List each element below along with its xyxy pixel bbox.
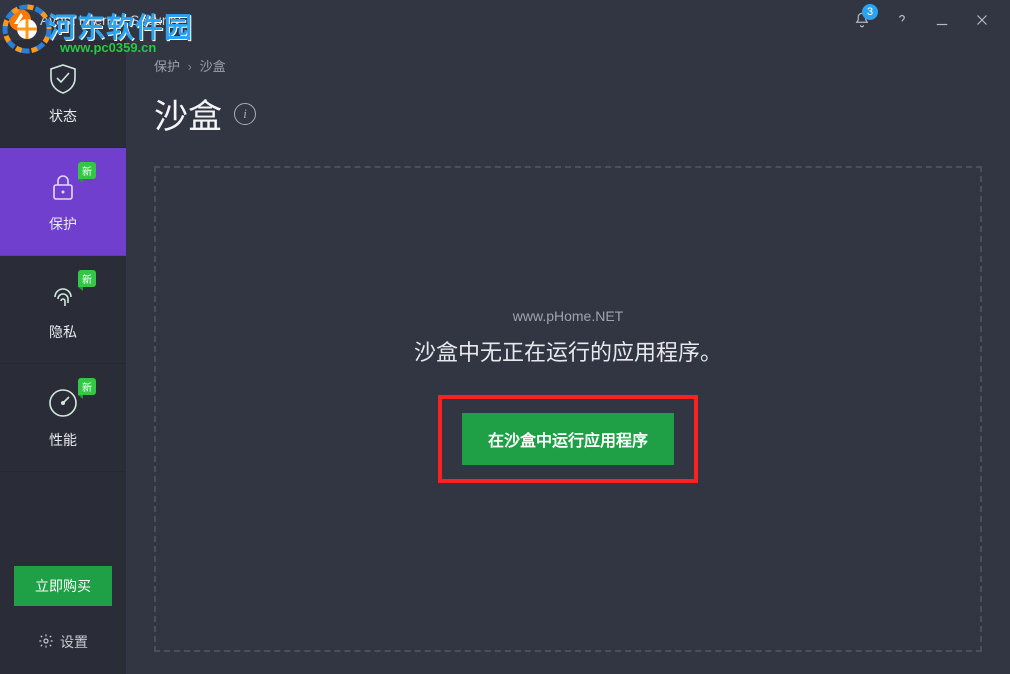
notifications-button[interactable]: 3 <box>842 0 882 40</box>
sidebar-item-label: 状态 <box>49 106 77 126</box>
sidebar-item-label: 保护 <box>49 214 77 234</box>
new-badge: 新 <box>78 162 96 179</box>
settings-label: 设置 <box>60 632 88 652</box>
gear-icon <box>38 633 54 652</box>
page-title: 沙盒 <box>154 89 222 138</box>
highlight-box: 在沙盒中运行应用程序 <box>438 395 698 483</box>
fingerprint-icon <box>46 278 80 312</box>
main-content: 保护 › 沙盒 沙盒 i www.pHome.NET 沙盒中无正在运行的应用程序… <box>126 40 1010 674</box>
sidebar-item-label: 性能 <box>49 430 77 450</box>
sandbox-drop-zone[interactable]: www.pHome.NET 沙盒中无正在运行的应用程序。 在沙盒中运行应用程序 <box>154 166 982 652</box>
lock-icon <box>46 170 80 204</box>
new-badge: 新 <box>78 270 96 287</box>
settings-link[interactable]: 设置 <box>14 632 112 652</box>
info-icon[interactable]: i <box>234 103 256 125</box>
sidebar-item-label: 隐私 <box>49 322 77 342</box>
sidebar-item-performance[interactable]: 新 性能 <box>0 364 126 472</box>
sidebar-item-protection[interactable]: 新 保护 <box>0 148 126 256</box>
app-title: Avast Internet Security <box>40 12 181 28</box>
breadcrumb: 保护 › 沙盒 <box>154 56 982 75</box>
gauge-icon <box>46 386 80 420</box>
sidebar-item-privacy[interactable]: 新 隐私 <box>0 256 126 364</box>
empty-state-message: 沙盒中无正在运行的应用程序。 <box>414 335 722 367</box>
help-button[interactable] <box>882 0 922 40</box>
avast-logo-icon <box>8 8 32 32</box>
new-badge: 新 <box>78 378 96 395</box>
titlebar: Avast Internet Security 3 <box>0 0 1010 40</box>
shield-icon <box>46 62 80 96</box>
watermark-text: www.pHome.NET <box>513 308 623 324</box>
breadcrumb-parent[interactable]: 保护 <box>154 59 180 74</box>
sidebar-item-status[interactable]: 状态 <box>0 40 126 148</box>
minimize-button[interactable] <box>922 0 962 40</box>
close-button[interactable] <box>962 0 1002 40</box>
run-in-sandbox-button[interactable]: 在沙盒中运行应用程序 <box>462 413 674 465</box>
buy-now-button[interactable]: 立即购买 <box>14 566 112 606</box>
sidebar: 状态 新 保护 新 隐私 新 性能 <box>0 40 126 674</box>
notification-count-badge: 3 <box>862 4 878 20</box>
breadcrumb-current: 沙盒 <box>200 59 226 74</box>
chevron-right-icon: › <box>188 59 192 74</box>
